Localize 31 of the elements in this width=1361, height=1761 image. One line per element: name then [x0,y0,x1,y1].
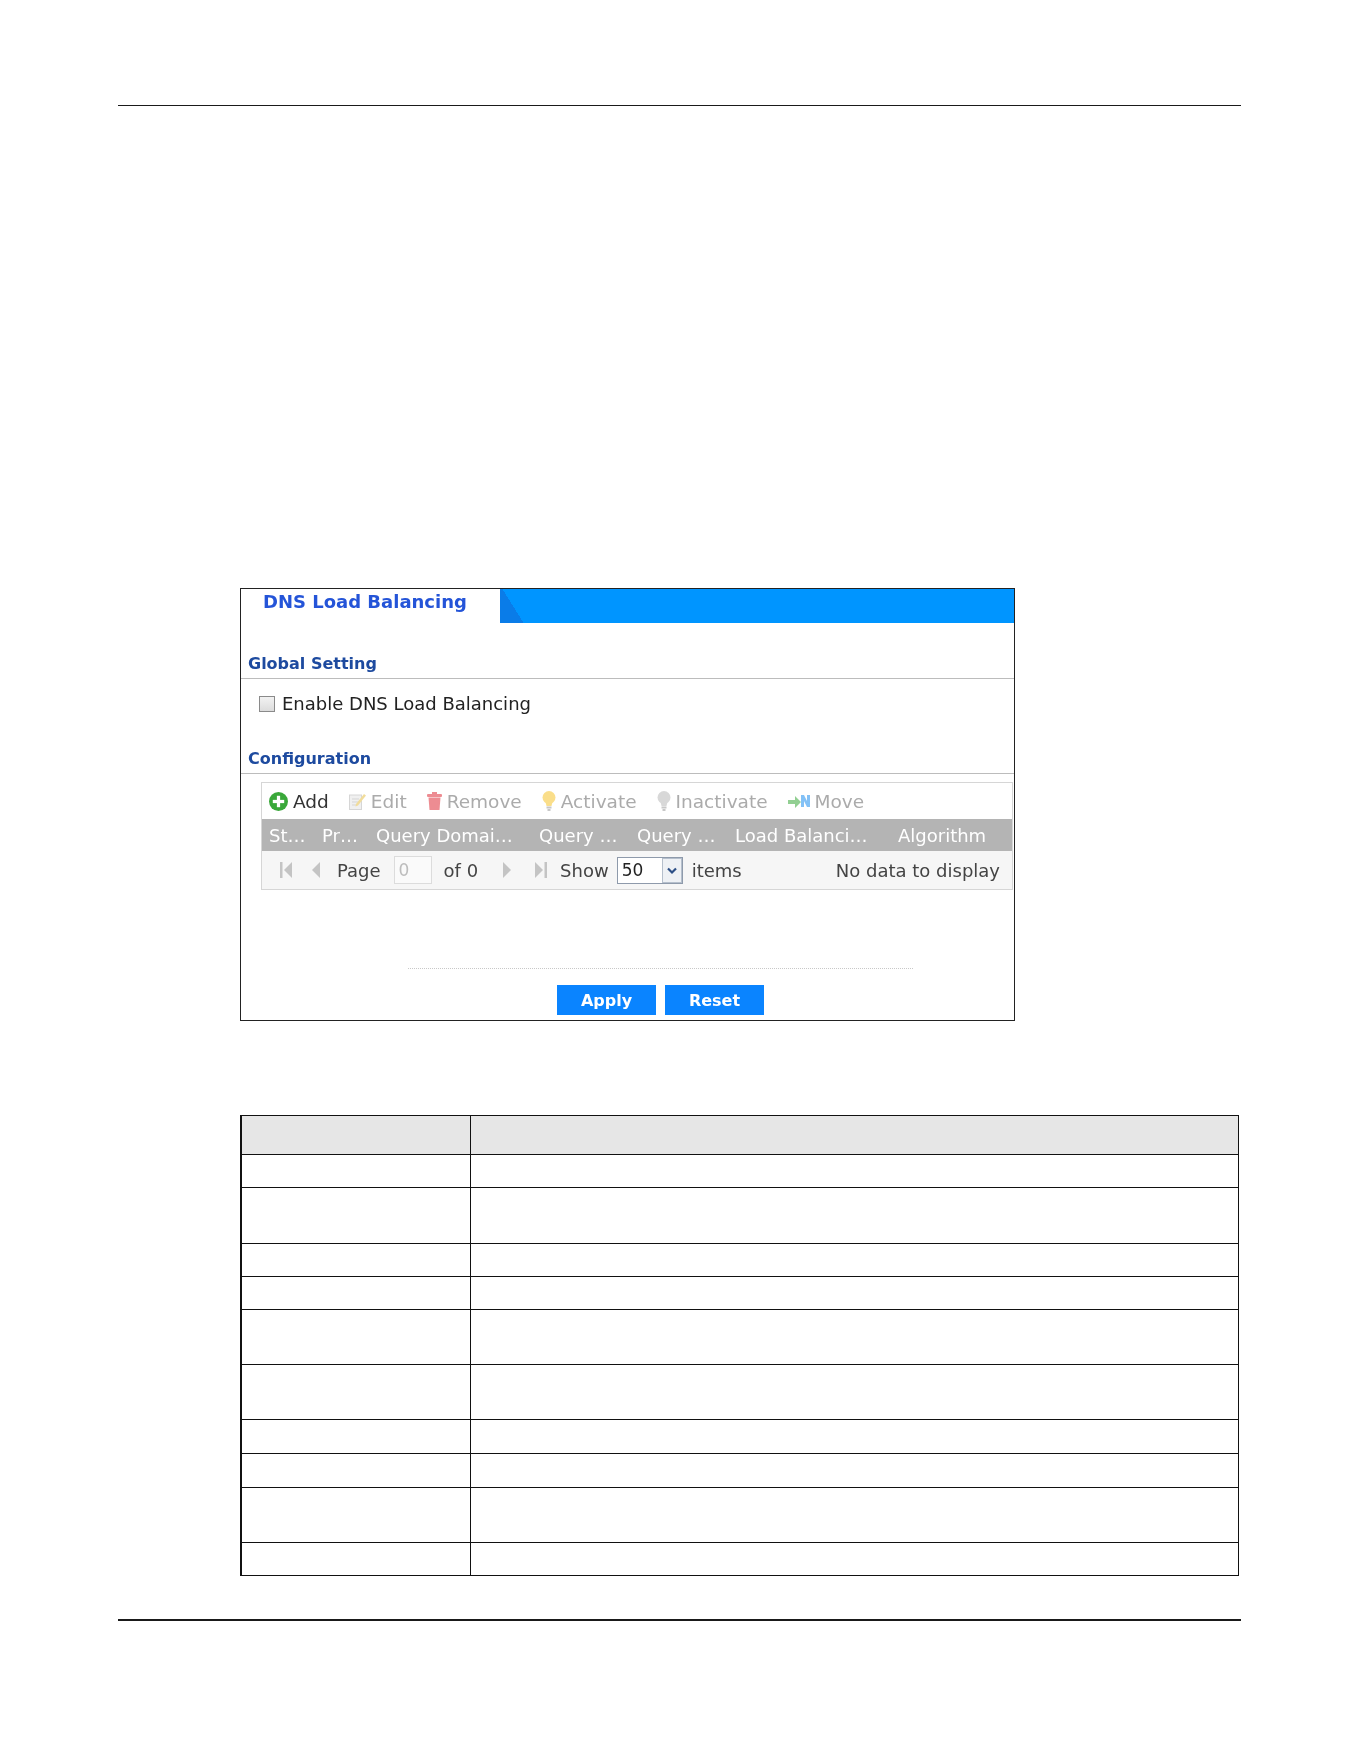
column-header[interactable]: Load Balanci… [728,824,891,846]
page-label: Page [337,859,381,881]
checkbox-label[interactable]: Enable DNS Load Balancing [282,693,531,714]
items-label: items [691,859,742,881]
light-bulb-icon [541,791,556,811]
light-bulb-icon [656,791,671,811]
trash-icon [426,792,442,810]
edit-icon [348,792,366,810]
column-header[interactable]: Query … [532,824,630,846]
column-header[interactable]: Pr… [315,824,369,846]
column-header[interactable]: St… [262,824,315,846]
column-header[interactable]: Algorithm [891,824,1012,846]
last-page-icon [535,862,548,878]
first-page-icon [280,862,292,878]
section-heading: Global Setting [248,654,377,673]
toolbar-button[interactable]: Add [269,790,329,812]
show-label: Show [560,859,609,881]
apply-button[interactable]: Apply [557,985,656,1015]
section-heading: Configuration [248,749,372,768]
panel-title: DNS Load Balancing [262,590,468,614]
add-icon [269,791,288,811]
dropdown-caret-icon [661,857,682,883]
checkbox[interactable] [259,695,275,712]
previous-page-icon [312,862,320,878]
no-data-message: No data to display [835,859,1000,881]
page-count-text: of 0 [443,859,479,881]
column-header[interactable]: Query Domai… [369,824,532,846]
reset-button[interactable]: Reset [665,985,764,1015]
next-page-icon [503,862,512,878]
column-header[interactable]: Query … [630,824,728,846]
move-arrow-icon [787,793,810,809]
